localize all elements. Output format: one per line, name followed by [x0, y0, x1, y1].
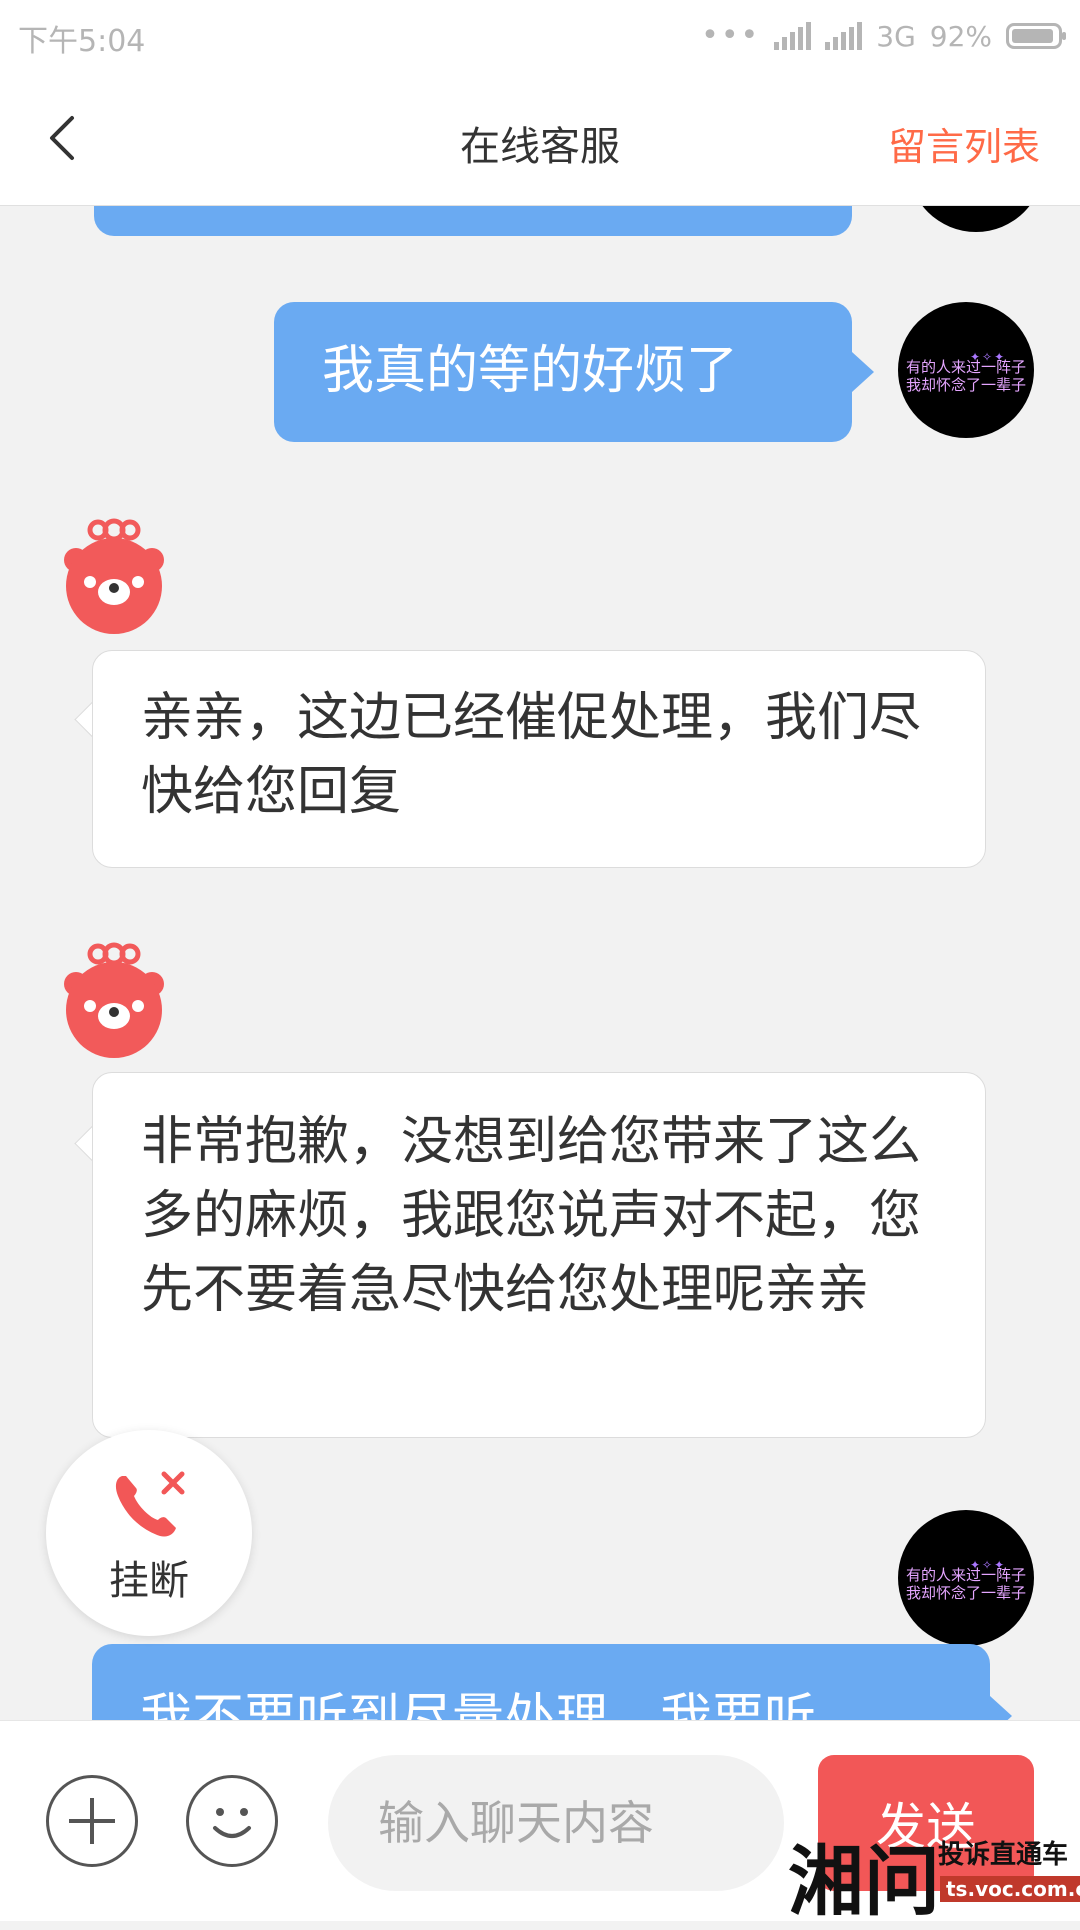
- status-bar: 下午5:04 ••• 3G 92%: [0, 0, 1080, 72]
- more-dots-icon: •••: [701, 18, 761, 53]
- battery-icon: [1006, 23, 1066, 49]
- signal-icon: [774, 22, 812, 50]
- phone-hangup-icon: [115, 1471, 185, 1537]
- plus-icon: [69, 1798, 115, 1844]
- message-bubble-user: 我真的等的好烦了: [274, 302, 852, 442]
- avatar-caption: 有的人来过一阵子 我却怀念了一辈子: [905, 1566, 1026, 1602]
- user-avatar[interactable]: ✦✧✦ 有的人来过一阵子 我却怀念了一辈子: [898, 302, 1034, 438]
- message-bubble-agent: 亲亲，这边已经催促处理，我们尽快给您回复: [92, 650, 986, 868]
- chat-input[interactable]: [328, 1755, 784, 1891]
- network-type: 3G: [876, 19, 916, 53]
- bubble-tail: [852, 352, 874, 392]
- user-avatar-partial: [908, 206, 1044, 232]
- watermark-logo: 湘问 投诉直通车 ts.voc.com.cn: [788, 1820, 1080, 1926]
- signal-icon-2: [825, 22, 863, 50]
- smiley-icon: [213, 1808, 251, 1838]
- avatar-caption: 有的人来过一阵子 我却怀念了一辈子: [905, 358, 1026, 394]
- message-text: 亲亲，这边已经催促处理，我们尽快给您回复: [141, 688, 922, 822]
- agent-avatar-icon: [64, 942, 164, 1058]
- header: 在线客服 留言列表: [0, 72, 1080, 206]
- watermark-subtitle: 投诉直通车: [938, 1840, 1069, 1870]
- watermark-logo-text: 湘问: [788, 1837, 940, 1926]
- hangup-label: 挂断: [109, 1558, 189, 1604]
- status-indicators: ••• 3G 92%: [701, 14, 1066, 58]
- message-text: 我真的等的好烦了: [322, 341, 739, 401]
- message-bubble-user: 我不要听到尽量处理，我要听: [92, 1644, 990, 1720]
- agent-avatar-icon: [64, 518, 164, 634]
- bubble-tail: [990, 1696, 1012, 1720]
- message-bubble-partial: [94, 206, 852, 236]
- message-list-link[interactable]: 留言列表: [888, 116, 1040, 171]
- message-text: 我不要听到尽量处理，我要听: [140, 1689, 817, 1720]
- message-bubble-agent: 非常抱歉，没想到给您带来了这么多的麻烦，我跟您说声对不起，您先不要着急尽快给您处…: [92, 1072, 986, 1438]
- user-avatar[interactable]: ✦✧✦ 有的人来过一阵子 我却怀念了一辈子: [898, 1510, 1034, 1646]
- emoji-button[interactable]: [186, 1775, 278, 1867]
- battery-level: 92%: [929, 19, 992, 53]
- add-button[interactable]: [46, 1775, 138, 1867]
- message-text: 非常抱歉，没想到给您带来了这么多的麻烦，我跟您说声对不起，您先不要着急尽快给您处…: [141, 1112, 922, 1320]
- status-time: 下午5:04: [18, 24, 146, 59]
- hangup-button[interactable]: 挂断: [46, 1430, 252, 1636]
- watermark-url: ts.voc.com.cn: [940, 1876, 1080, 1902]
